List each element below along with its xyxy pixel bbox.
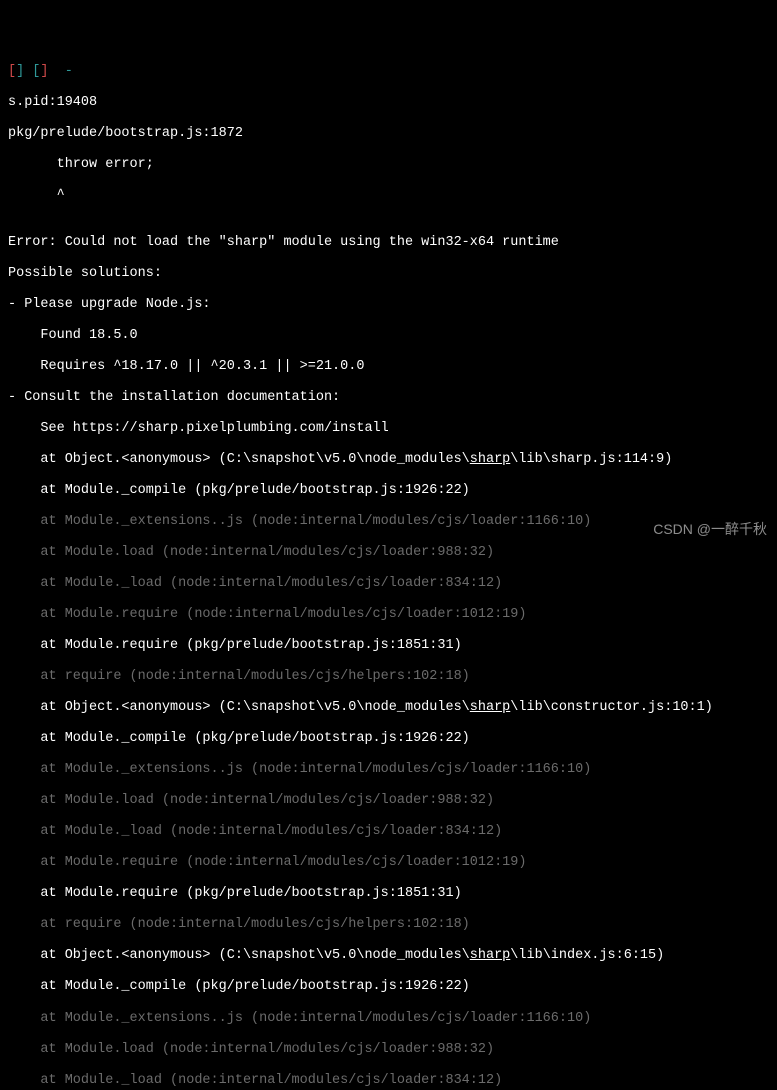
stack-line-dim: at Module._load (node:internal/modules/c… (8, 576, 769, 592)
stack-line: at Module._compile (pkg/prelude/bootstra… (8, 483, 769, 499)
stack-line-dim: at Module.load (node:internal/modules/cj… (8, 793, 769, 809)
error-line: Error: Could not load the "sharp" module… (8, 235, 769, 251)
stack-line-dim: at require (node:internal/modules/cjs/he… (8, 669, 769, 685)
module-sharp: sharp (470, 700, 511, 715)
caret-line: ^ (8, 188, 769, 204)
solutions-header: Possible solutions: (8, 266, 769, 282)
stack-line: at Module.require (pkg/prelude/bootstrap… (8, 638, 769, 654)
stack-line-dim: at Module._load (node:internal/modules/c… (8, 824, 769, 840)
module-sharp: sharp (470, 948, 511, 963)
csdn-watermark: CSDN @一醉千秋 (653, 521, 767, 537)
stack-line-dim: at require (node:internal/modules/cjs/he… (8, 917, 769, 933)
stack-line-dim: at Module._extensions..js (node:internal… (8, 762, 769, 778)
stack-line: at Object.<anonymous> (C:\snapshot\v5.0\… (8, 948, 769, 964)
stack-line: at Object.<anonymous> (C:\snapshot\v5.0\… (8, 452, 769, 468)
module-sharp: sharp (470, 452, 511, 467)
stack-line: at Module._compile (pkg/prelude/bootstra… (8, 979, 769, 995)
log-header: [] [] - (8, 64, 769, 80)
file-line: pkg/prelude/bootstrap.js:1872 (8, 126, 769, 142)
pid-line: s.pid:19408 (8, 95, 769, 111)
stack-line: at Module._compile (pkg/prelude/bootstra… (8, 731, 769, 747)
solution-2a: See https://sharp.pixelplumbing.com/inst… (8, 421, 769, 437)
solution-2: - Consult the installation documentation… (8, 390, 769, 406)
stack-line-dim: at Module._extensions..js (node:internal… (8, 1011, 769, 1027)
stack-line: at Module.require (pkg/prelude/bootstrap… (8, 886, 769, 902)
stack-line-dim: at Module._load (node:internal/modules/c… (8, 1073, 769, 1089)
stack-line-dim: at Module.require (node:internal/modules… (8, 855, 769, 871)
throw-line: throw error; (8, 157, 769, 173)
solution-1: - Please upgrade Node.js: (8, 297, 769, 313)
solution-1b: Requires ^18.17.0 || ^20.3.1 || >=21.0.0 (8, 359, 769, 375)
stack-line: at Object.<anonymous> (C:\snapshot\v5.0\… (8, 700, 769, 716)
stack-line-dim: at Module.require (node:internal/modules… (8, 607, 769, 623)
stack-line-dim: at Module.load (node:internal/modules/cj… (8, 545, 769, 561)
stack-line-dim: at Module.load (node:internal/modules/cj… (8, 1042, 769, 1058)
solution-1a: Found 18.5.0 (8, 328, 769, 344)
